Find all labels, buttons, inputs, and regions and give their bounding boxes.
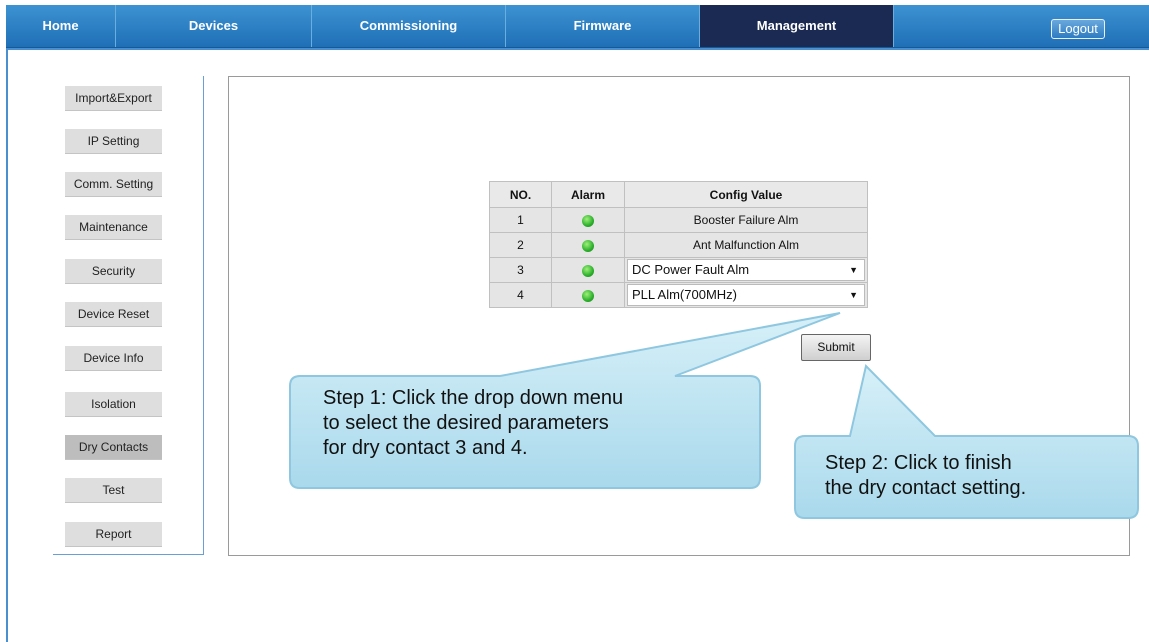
callout-line: Step 2: Click to finish [825, 452, 1012, 474]
callout-step1-text: Step 1: Click the drop down menu to sele… [323, 386, 623, 461]
callout-line: Step 1: Click the drop down menu [323, 387, 624, 409]
callout-line: to select the desired parameters [323, 412, 609, 434]
callout-line: the dry contact setting. [825, 477, 1027, 499]
callout-shapes [289, 312, 1139, 519]
callout-line: for dry contact 3 and 4. [323, 437, 528, 459]
callout-step2-text: Step 2: Click to finish the dry contact … [825, 451, 1026, 501]
